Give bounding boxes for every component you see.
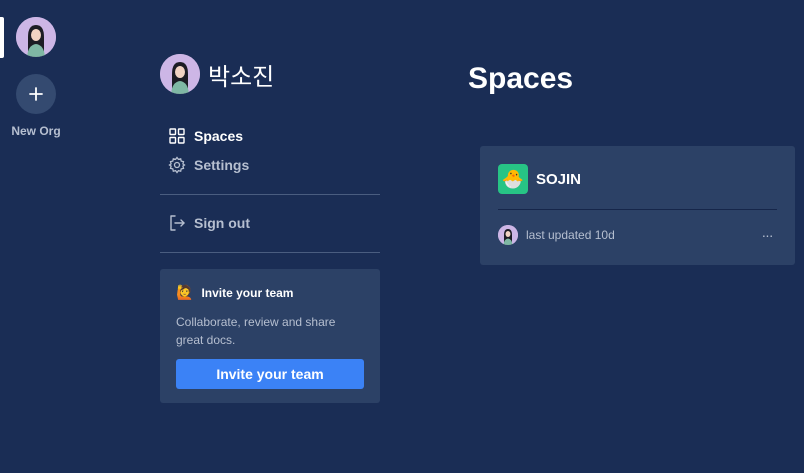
invite-team-card: 🙋 Invite your team Collaborate, review a… [160,269,380,403]
nav-spaces[interactable]: Spaces [168,127,243,145]
raising-hand-emoji-icon: 🙋 [176,285,194,301]
new-org-button[interactable] [16,74,56,114]
org-rail: New Org [0,0,72,473]
space-name: SOJIN [536,170,582,188]
sign-out-icon [170,215,185,231]
space-card[interactable]: 🐣 SOJIN last updated 10d ··· [480,146,795,265]
nav-divider [160,194,380,195]
plus-icon [29,87,43,101]
nav-settings-label: Settings [194,157,250,173]
invite-team-button[interactable]: Invite your team [176,359,364,389]
org-avatar[interactable] [16,17,56,57]
invite-card-title: Invite your team [201,286,294,300]
nav-sign-out[interactable]: Sign out [168,214,250,232]
space-last-updated: last updated 10d [526,228,615,242]
hatching-chick-emoji-icon: 🐣 [498,164,528,194]
page-title: Spaces [468,62,574,95]
new-org-label: New Org [11,124,61,138]
space-card-footer: last updated 10d ··· [498,225,777,245]
more-horizontal-icon[interactable]: ··· [757,227,777,243]
invite-card-header: 🙋 Invite your team [176,285,364,301]
avatar-illustration [16,17,56,57]
space-card-header: 🐣 SOJIN [498,164,777,194]
avatar-illustration [160,54,200,94]
nav-settings[interactable]: Settings [168,156,249,174]
avatar-illustration [498,225,518,245]
updater-avatar [498,225,518,245]
active-org-indicator [0,17,4,58]
nav-sign-out-label: Sign out [194,215,250,231]
gear-icon [168,156,186,174]
space-card-divider [498,209,777,210]
user-avatar[interactable] [160,54,200,94]
user-name: 박소진 [208,62,275,91]
profile-header: 박소진 [160,54,274,94]
grid-icon [169,128,185,144]
nav-divider [160,252,380,253]
nav-spaces-label: Spaces [194,128,244,144]
invite-card-description: Collaborate, review and share great docs… [176,315,336,347]
